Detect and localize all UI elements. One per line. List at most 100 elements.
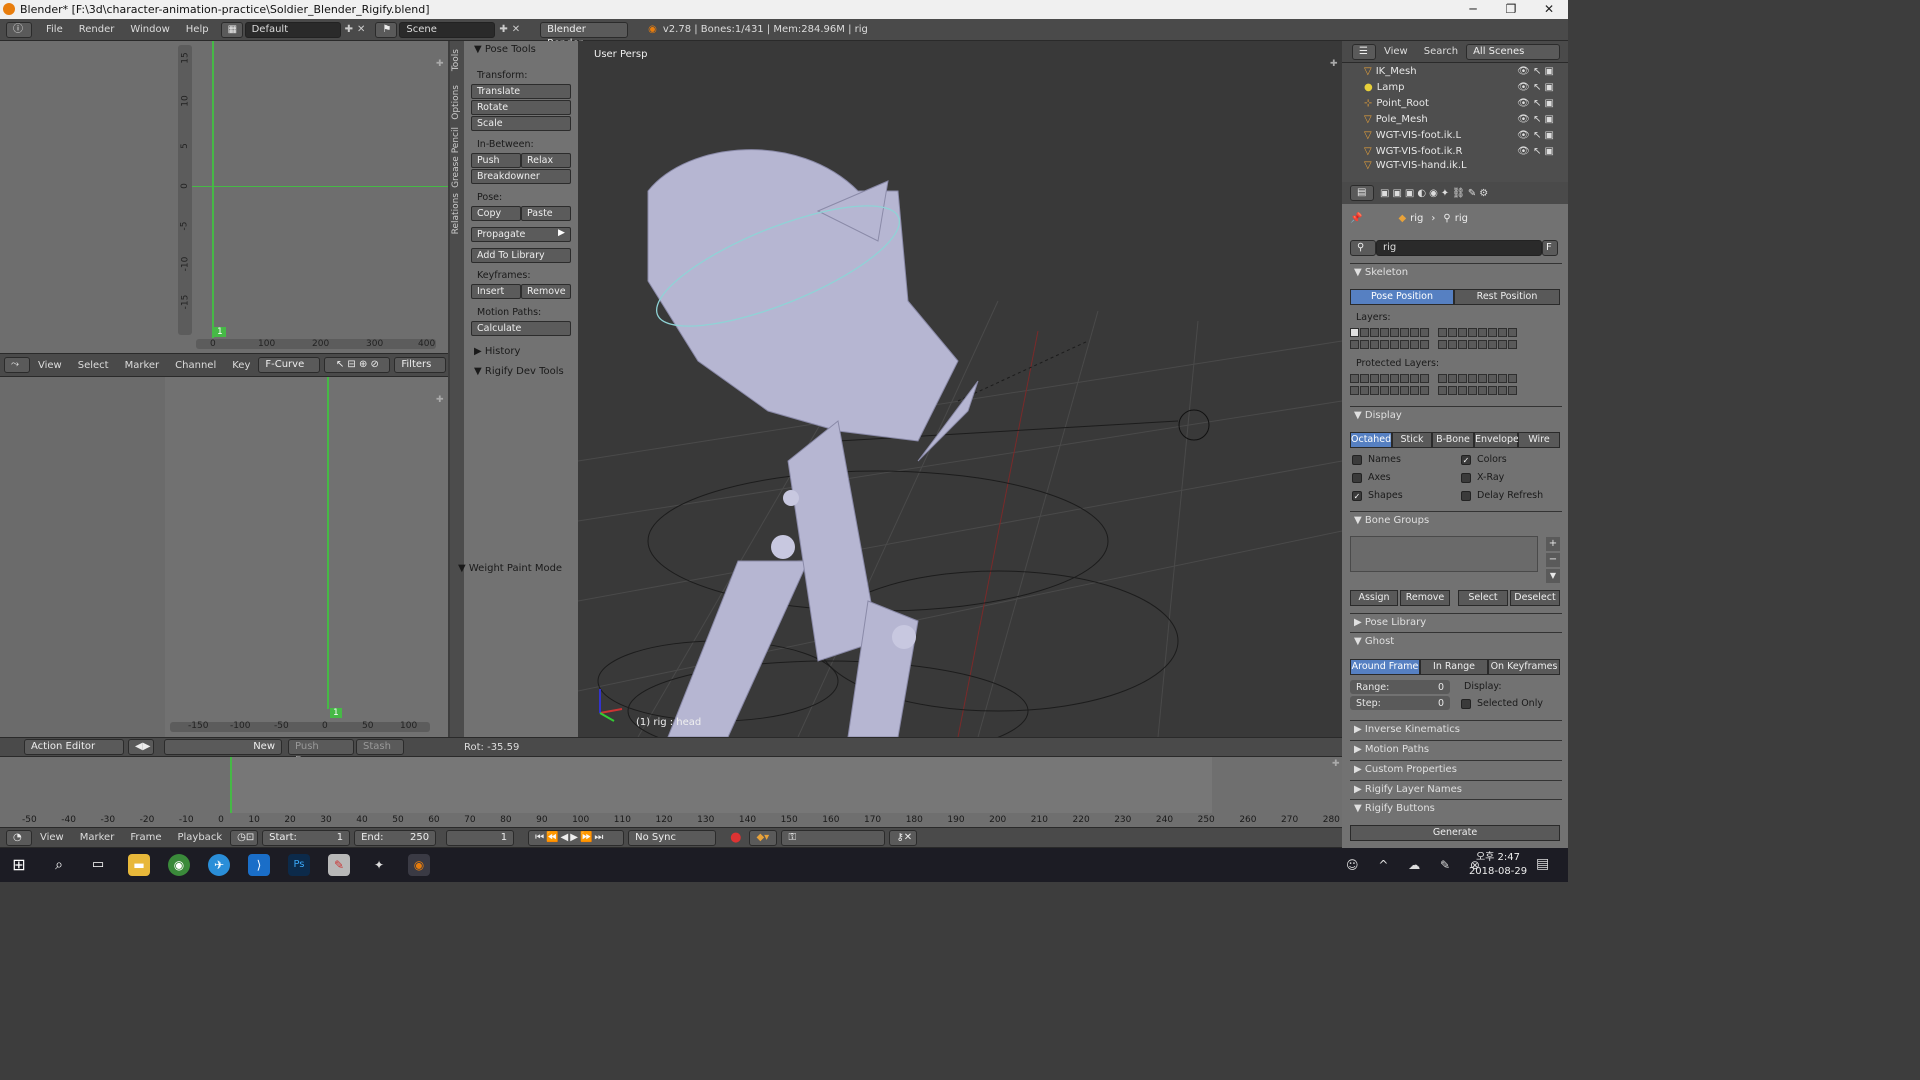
x-scrollbar[interactable] xyxy=(170,722,430,732)
keying-set-field[interactable]: ⚿ xyxy=(781,829,886,846)
file-explorer-icon[interactable]: ▬ xyxy=(128,854,150,876)
add-bone-group-icon[interactable]: + xyxy=(1546,537,1560,551)
paste-pose-button[interactable]: Paste xyxy=(521,206,571,221)
propagate-button[interactable]: Propagate xyxy=(471,227,571,242)
stick-button[interactable]: Stick xyxy=(1392,432,1432,448)
plus-icon[interactable]: ✚ xyxy=(436,395,444,405)
add-scene-icon[interactable]: ✚ xyxy=(499,24,507,35)
menu-key[interactable]: Key xyxy=(224,360,258,371)
tab-options[interactable]: Options xyxy=(451,85,461,120)
generate-button[interactable]: Generate xyxy=(1350,825,1560,841)
outliner-row[interactable]: ● Lamp 👁 ↖ ▣ xyxy=(1342,79,1568,95)
breakdowner-button[interactable]: Breakdowner xyxy=(471,169,571,184)
bone-groups-panel-header[interactable]: ▼ Bone Groups xyxy=(1350,511,1562,529)
copy-pose-button[interactable]: Copy xyxy=(471,206,521,221)
timeline-menu-view[interactable]: View xyxy=(32,832,72,843)
insert-keyframe-icons[interactable]: ⚷✕ xyxy=(889,829,918,846)
motion-paths-panel-header[interactable]: ▶ Motion Paths xyxy=(1350,740,1562,758)
mode-icons[interactable]: ◀▶ xyxy=(128,739,154,755)
fcurve-mode-select[interactable]: F-Curve xyxy=(258,357,321,373)
selected-only-checkbox[interactable]: Selected Only xyxy=(1461,698,1543,709)
ik-panel-header[interactable]: ▶ Inverse Kinematics xyxy=(1350,720,1562,738)
editor-type-icon[interactable]: ⓘ xyxy=(6,21,32,38)
minimize-button[interactable]: ─ xyxy=(1454,0,1492,19)
calculate-button[interactable]: Calculate xyxy=(471,321,571,336)
outliner-row[interactable]: ▽ WGT-VIS-hand.ik.L xyxy=(1342,159,1568,171)
step-field[interactable]: Step: 0 xyxy=(1350,696,1450,710)
preview-range-icons[interactable]: ◷⊡ xyxy=(230,829,259,846)
remove-keyframe-button[interactable]: Remove xyxy=(521,284,571,299)
scale-button[interactable]: Scale xyxy=(471,116,571,131)
menu-render[interactable]: Render xyxy=(71,24,123,35)
vscode-icon[interactable]: ⟩ xyxy=(248,854,270,876)
app-icon-2[interactable]: ✦ xyxy=(368,854,390,876)
render-engine-select[interactable]: Blender Render xyxy=(540,21,629,49)
axes-checkbox[interactable]: Axes xyxy=(1352,472,1391,483)
around-frame-button[interactable]: Around Frame xyxy=(1350,659,1420,675)
menu-view[interactable]: View xyxy=(30,360,70,371)
visibility-icons[interactable]: 👁 ↖ ▣ xyxy=(1517,146,1554,157)
layers-grid[interactable] xyxy=(1350,328,1562,352)
outliner-row[interactable]: ▽ WGT-VIS-foot.ik.L 👁 ↖ ▣ xyxy=(1342,127,1568,143)
graph-editor-top[interactable]: 15 10 5 0 -5 -10 -15 1 0 100 200 300 400… xyxy=(0,41,448,353)
sync-select[interactable]: No Sync xyxy=(628,829,717,846)
timeline-menu-frame[interactable]: Frame xyxy=(122,832,169,843)
graph-editor-type-icon[interactable]: ⤳ xyxy=(4,357,30,373)
remove-layout-icon[interactable]: ✕ xyxy=(357,24,365,35)
outliner-menu-search[interactable]: Search xyxy=(1416,46,1466,57)
colors-checkbox[interactable]: ✓ Colors xyxy=(1461,454,1507,465)
visibility-icons[interactable]: 👁 ↖ ▣ xyxy=(1517,114,1554,125)
task-view-icon[interactable]: ▭ xyxy=(87,854,109,876)
action-editor-select[interactable]: Action Editor xyxy=(24,739,124,755)
wire-button[interactable]: Wire xyxy=(1518,432,1560,448)
armature-data-icon[interactable]: ⚲ xyxy=(1350,240,1376,256)
outliner-row[interactable]: ▽ WGT-VIS-foot.ik.R 👁 ↖ ▣ xyxy=(1342,143,1568,159)
on-keyframes-button[interactable]: On Keyframes xyxy=(1488,659,1560,675)
visibility-icons[interactable]: 👁 ↖ ▣ xyxy=(1517,130,1554,141)
graph-editor-bottom[interactable]: 1 -150 -100 -50 0 50 100 ✚ xyxy=(0,377,448,737)
graph-tools-icons[interactable]: ↖ ⊟ ⊕ ⊘ xyxy=(324,357,391,373)
remove-button[interactable]: Remove xyxy=(1400,590,1450,606)
timeline-type-icon[interactable]: ◔ xyxy=(6,829,32,846)
pose-position-button[interactable]: Pose Position xyxy=(1350,289,1454,305)
outliner-row[interactable]: ▽ IK_Mesh 👁 ↖ ▣ xyxy=(1342,63,1568,79)
rigify-layer-names-header[interactable]: ▶ Rigify Layer Names xyxy=(1350,780,1562,798)
envelope-button[interactable]: Envelope xyxy=(1474,432,1519,448)
remove-bone-group-icon[interactable]: − xyxy=(1546,553,1560,567)
windows-start-icon[interactable]: ⊞ xyxy=(8,854,30,876)
ghost-panel-header[interactable]: ▼ Ghost xyxy=(1350,632,1562,650)
delay-refresh-checkbox[interactable]: Delay Refresh xyxy=(1461,490,1543,501)
push-button[interactable]: Push xyxy=(471,153,521,168)
menu-select[interactable]: Select xyxy=(70,360,117,371)
chrome-icon[interactable]: ◉ xyxy=(168,854,190,876)
messenger-icon[interactable]: ✈ xyxy=(208,854,230,876)
select-button[interactable]: Select xyxy=(1458,590,1508,606)
photoshop-icon[interactable]: Ps xyxy=(288,854,310,876)
remove-scene-icon[interactable]: ✕ xyxy=(512,24,520,35)
pin-icon[interactable]: 📌 xyxy=(1350,213,1362,224)
clock[interactable]: 오후 2:47 2018-08-29 xyxy=(1468,851,1528,879)
outliner-row[interactable]: ▽ Pole_Mesh 👁 ↖ ▣ xyxy=(1342,111,1568,127)
plus-icon[interactable]: ✚ xyxy=(1330,59,1338,69)
stash-button[interactable]: Stash xyxy=(356,739,404,755)
outliner-menu-view[interactable]: View xyxy=(1376,46,1416,57)
scenes-select[interactable]: All Scenes xyxy=(1466,43,1561,60)
rotate-button[interactable]: Rotate xyxy=(471,100,571,115)
outliner-type-icon[interactable]: ☰ xyxy=(1352,43,1376,60)
push-down-button[interactable]: Push Down xyxy=(288,739,354,766)
close-button[interactable]: ✕ xyxy=(1530,0,1568,19)
pose-library-panel-header[interactable]: ▶ Pose Library xyxy=(1350,613,1562,631)
bone-groups-list[interactable] xyxy=(1350,536,1538,572)
tab-relations[interactable]: Relations xyxy=(451,193,461,234)
rigify-buttons-header[interactable]: ▼ Rigify Buttons xyxy=(1350,799,1562,817)
add-layout-icon[interactable]: ✚ xyxy=(345,24,353,35)
pose-tools-header[interactable]: ▼ Pose Tools xyxy=(474,44,536,55)
rigify-dev-header[interactable]: ▼ Rigify Dev Tools xyxy=(474,366,564,377)
history-panel-header[interactable]: ▶ History xyxy=(474,346,520,357)
record-icon[interactable]: ● xyxy=(730,830,741,845)
armature-name-field[interactable]: rig xyxy=(1376,240,1542,256)
display-panel-header[interactable]: ▼ Display xyxy=(1350,406,1562,424)
layout-field[interactable]: Default xyxy=(244,21,341,38)
current-frame-field[interactable]: 1 xyxy=(446,829,515,846)
assign-button[interactable]: Assign xyxy=(1350,590,1398,606)
